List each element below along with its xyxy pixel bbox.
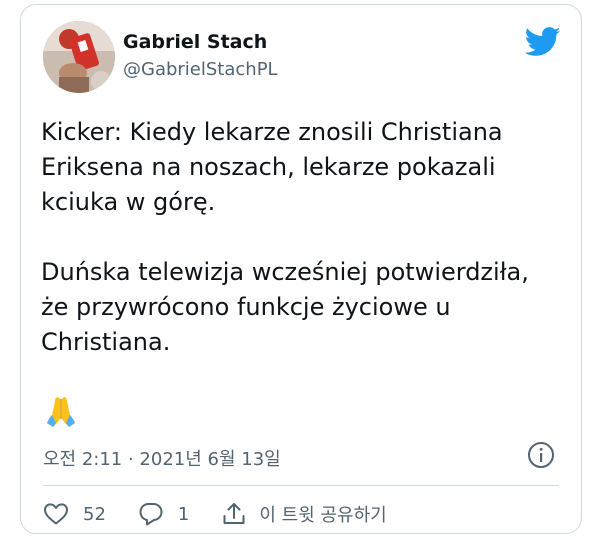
tweet-timestamp[interactable]: 오전 2:11 · 2021년 6월 13일 bbox=[43, 445, 281, 471]
reply-icon bbox=[139, 503, 163, 526]
like-button[interactable]: 52 bbox=[43, 502, 106, 526]
avatar[interactable] bbox=[43, 21, 115, 93]
info-icon[interactable] bbox=[527, 441, 555, 469]
tweet-card: Gabriel Stach @GabrielStachPL Kicker: Ki… bbox=[20, 4, 582, 534]
tweet-paragraph: Duńska telewizja wcześniej potwierdziła,… bbox=[41, 258, 529, 356]
reply-count: 1 bbox=[177, 503, 190, 525]
author-handle[interactable]: @GabrielStachPL bbox=[123, 59, 278, 80]
twitter-bird-icon[interactable] bbox=[524, 27, 561, 57]
reply-button[interactable]: 1 bbox=[138, 501, 189, 527]
like-count: 52 bbox=[83, 503, 106, 525]
tweet-text: Kicker: Kiedy lekarze znosili Christiana… bbox=[41, 115, 561, 360]
heart-icon bbox=[44, 503, 68, 525]
action-bar: 52 1 이 트윗 공유하기 bbox=[43, 499, 419, 529]
folded-hands-icon bbox=[43, 393, 79, 429]
author-name[interactable]: Gabriel Stach bbox=[123, 31, 267, 53]
share-button[interactable]: 이 트윗 공유하기 bbox=[221, 501, 387, 527]
divider bbox=[43, 485, 559, 486]
share-icon bbox=[223, 503, 245, 524]
share-label: 이 트윗 공유하기 bbox=[259, 505, 387, 526]
tweet-paragraph: Kicker: Kiedy lekarze znosili Christiana… bbox=[41, 118, 503, 216]
